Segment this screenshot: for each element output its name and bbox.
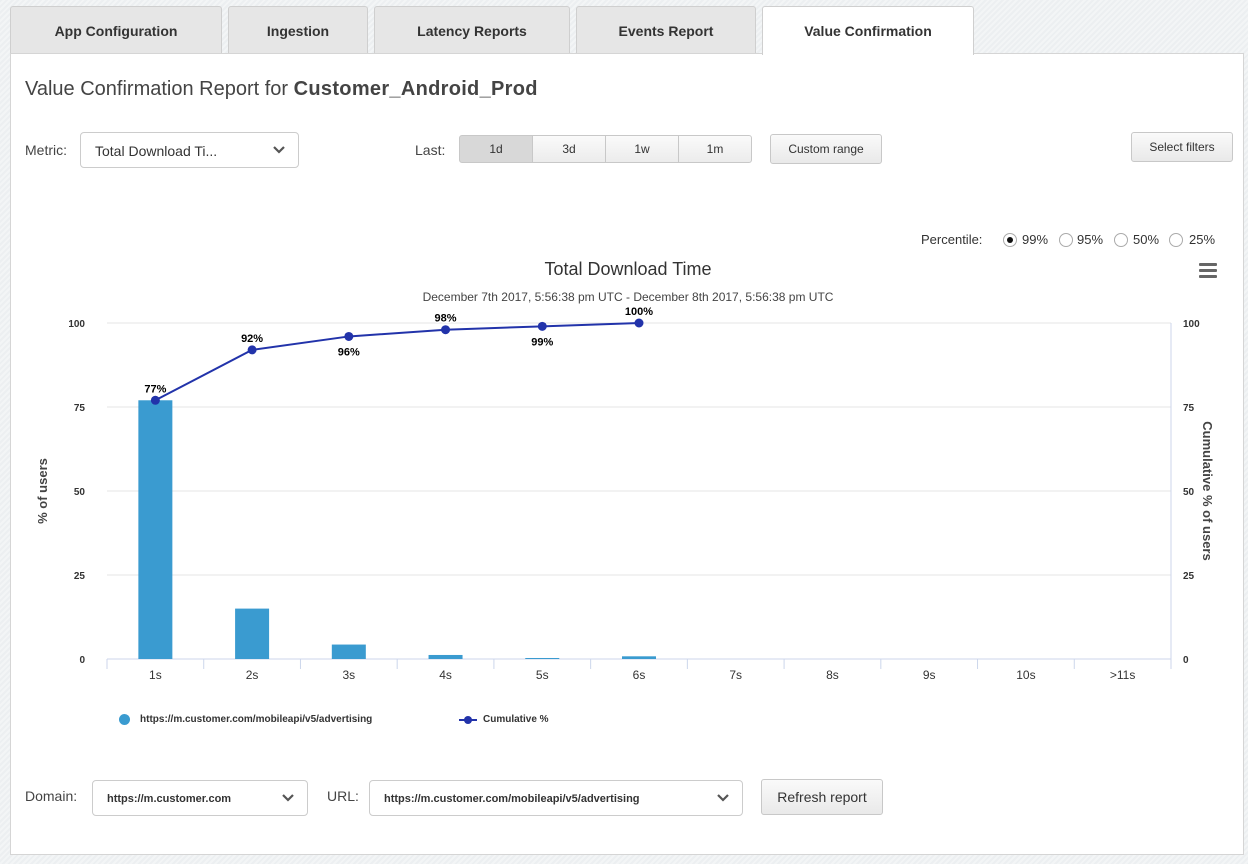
tab-value-confirmation[interactable]: Value Confirmation xyxy=(762,6,974,55)
cumulative-point xyxy=(441,325,451,335)
x-axis-tick-label: >11s xyxy=(1110,668,1135,682)
x-axis-tick-label: 9s xyxy=(923,668,936,682)
cumulative-point xyxy=(537,321,547,331)
x-axis-tick-label: 1s xyxy=(149,668,162,682)
y2-axis-tick-label: 75 xyxy=(1183,403,1195,414)
data-label: 96% xyxy=(338,346,360,358)
x-axis-tick-label: 3s xyxy=(342,668,355,682)
cumulative-point xyxy=(344,331,354,341)
bar xyxy=(525,657,560,659)
x-axis-tick-label: 7s xyxy=(729,668,742,682)
domain-select[interactable]: https://m.customer.com xyxy=(92,780,308,816)
refresh-report-button[interactable]: Refresh report xyxy=(761,779,883,815)
x-axis-tick-label: 8s xyxy=(826,668,839,682)
url-select-value: https://m.customer.com/mobileapi/v5/adve… xyxy=(384,793,640,805)
chevron-down-icon xyxy=(269,781,307,815)
y-axis-tick-label: 0 xyxy=(79,655,85,666)
url-select[interactable]: https://m.customer.com/mobileapi/v5/adve… xyxy=(369,780,743,816)
legend-item-cumulative[interactable]: Cumulative % xyxy=(459,714,549,725)
cumulative-point xyxy=(634,318,644,328)
y2-axis-tick-label: 100 xyxy=(1183,319,1200,330)
chart: 0 0 25 25 50 50 75 75 100 100 1s 2s 3s 4s 5s 6s 7s 8s 9s 10… xyxy=(35,305,1215,683)
x-axis-tick-label: 2s xyxy=(246,668,259,682)
bar xyxy=(428,654,463,659)
chevron-down-icon xyxy=(704,781,742,815)
bar xyxy=(331,644,366,659)
tab-latency-reports[interactable]: Latency Reports xyxy=(374,6,570,54)
x-axis-tick-label: 10s xyxy=(1016,668,1035,682)
report-panel: Value Confirmation Report for Customer_A… xyxy=(10,53,1244,855)
y2-axis-tick-label: 0 xyxy=(1183,655,1189,666)
y-axis-tick-label: 75 xyxy=(74,403,86,414)
cumulative-point xyxy=(150,395,160,405)
legend-line-marker xyxy=(459,714,477,725)
x-axis-tick-label: 6s xyxy=(633,668,646,682)
domain-select-value: https://m.customer.com xyxy=(107,793,232,805)
data-label: 92% xyxy=(241,333,263,345)
y-axis-tick-label: 100 xyxy=(68,319,85,330)
domain-label: Domain: xyxy=(25,788,78,804)
bar xyxy=(235,608,270,659)
tab-events-report[interactable]: Events Report xyxy=(576,6,756,54)
tab-app-configuration[interactable]: App Configuration xyxy=(10,6,222,54)
y2-axis-title: Cumulative % of users xyxy=(1200,421,1215,560)
x-axis-tick-label: 5s xyxy=(536,668,549,682)
url-label: URL: xyxy=(327,788,359,804)
y-axis-title: % of users xyxy=(35,458,50,524)
legend-bar-series-label: https://m.customer.com/mobileapi/v5/adve… xyxy=(140,714,373,725)
y2-axis-tick-label: 50 xyxy=(1183,487,1195,498)
legend-bar-marker xyxy=(119,714,130,725)
data-label: 77% xyxy=(144,383,166,395)
y-axis-tick-label: 25 xyxy=(74,571,86,582)
x-axis-tick-label: 4s xyxy=(439,668,452,682)
legend-cumulative-label: Cumulative % xyxy=(483,714,549,725)
data-label: 98% xyxy=(435,313,457,325)
legend-item-bar-series[interactable]: https://m.customer.com/mobileapi/v5/adve… xyxy=(119,714,372,725)
y-axis-tick-label: 50 xyxy=(74,487,86,498)
data-label: 99% xyxy=(531,336,553,348)
y2-axis-tick-label: 25 xyxy=(1183,571,1195,582)
cumulative-line xyxy=(154,322,640,402)
tab-ingestion[interactable]: Ingestion xyxy=(228,6,368,54)
cumulative-point xyxy=(247,345,257,355)
bar xyxy=(622,656,656,659)
data-label: 100% xyxy=(625,306,653,318)
bar xyxy=(138,400,173,659)
